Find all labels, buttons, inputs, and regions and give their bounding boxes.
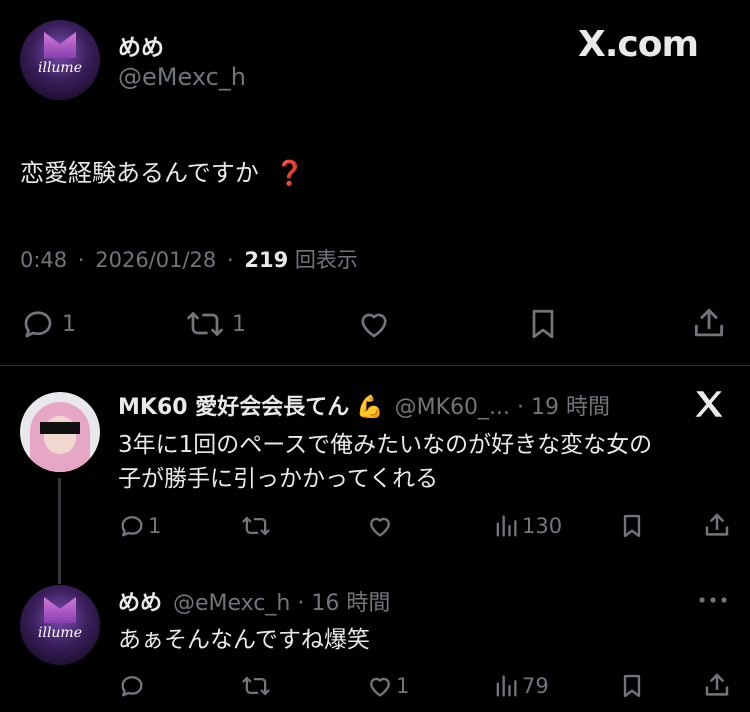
reply1-text: 3年に1回のペースで俺みたいなのが好きな変な女の 子が勝手に引っかかってくれる: [118, 428, 652, 496]
flexed-biceps-emoji: 💪: [356, 395, 384, 420]
main-share-button[interactable]: [690, 304, 728, 346]
meta-separator: ·: [517, 395, 525, 420]
reply2-text: あぁそんなんですね爆笑: [118, 627, 370, 653]
analytics-icon: [494, 672, 518, 700]
reply1-views-count: 130: [522, 514, 563, 538]
main-like-button[interactable]: [356, 306, 392, 346]
reply1-like-button[interactable]: [366, 512, 394, 544]
reply-icon: [118, 512, 146, 540]
avatar-emblem-icon: [44, 597, 76, 623]
bookmark-icon: [618, 672, 646, 700]
main-tweet-text: 恋愛経験あるんですか ❓: [20, 153, 304, 188]
heart-icon: [356, 306, 392, 342]
reply1-header: MK60 愛好会会長てん 💪 @MK60_... · 19 時間: [118, 389, 610, 421]
share-icon: [702, 510, 732, 540]
main-display-name[interactable]: めめ: [118, 28, 164, 62]
reply1-time[interactable]: 19 時間: [531, 395, 610, 420]
main-tweet-views-count: 219: [244, 248, 289, 272]
analytics-icon: [494, 512, 518, 540]
reply2-display-name[interactable]: めめ: [118, 591, 162, 616]
share-icon: [690, 304, 728, 342]
main-avatar[interactable]: illume: [20, 20, 100, 100]
reply2-reply-button[interactable]: [118, 672, 146, 704]
heart-icon: [366, 672, 394, 700]
reply2-time[interactable]: 16 時間: [311, 591, 390, 616]
reply-icon: [118, 672, 146, 700]
reply1-text-line: 3年に1回のペースで俺みたいなのが好きな変な女の: [118, 432, 653, 458]
meta-separator: ·: [77, 248, 85, 272]
retweet-icon: [184, 306, 226, 342]
reply2-bookmark-button[interactable]: [618, 672, 646, 704]
reply2-views-count: 79: [522, 674, 549, 698]
avatar-logo-text: illume: [37, 60, 82, 76]
retweet-icon: [240, 672, 272, 700]
thread-connector-line: [58, 478, 61, 584]
bookmark-icon: [525, 306, 561, 342]
reply1-display-name[interactable]: MK60 愛好会会長てん: [118, 395, 349, 420]
reply2-like-count: 1: [396, 674, 410, 698]
avatar-blindfold-shape: [40, 422, 80, 434]
reply1-views-button[interactable]: 130: [494, 512, 562, 540]
share-icon: [702, 670, 732, 700]
x-logo-icon: [692, 387, 726, 421]
x-brand-logo: X.com: [578, 24, 699, 65]
reply1-avatar[interactable]: [20, 392, 100, 472]
main-reply-button[interactable]: 1: [20, 306, 76, 342]
main-tweet-meta: 0:48 · 2026/01/28 · 219 回表示: [20, 244, 358, 274]
reply1-text-line: 子が勝手に引っかかってくれる: [118, 466, 439, 492]
reply2-views-button[interactable]: 79: [494, 672, 549, 700]
heart-icon: [366, 512, 394, 540]
meta-separator: ·: [226, 248, 234, 272]
more-options-icon[interactable]: [698, 596, 728, 604]
reply1-bookmark-button[interactable]: [618, 512, 646, 544]
reply2-handle[interactable]: @eMexc_h: [173, 591, 290, 616]
main-tweet-time[interactable]: 0:48: [20, 248, 67, 272]
reply1-retweet-button[interactable]: [240, 512, 272, 544]
reply2-share-button[interactable]: [702, 670, 732, 704]
divider: [0, 365, 750, 366]
main-tweet-views-label: 回表示: [294, 248, 358, 272]
main-retweet-count: 1: [232, 311, 246, 337]
retweet-icon: [240, 512, 272, 540]
reply2-retweet-button[interactable]: [240, 672, 272, 704]
reply2-avatar[interactable]: illume: [20, 585, 100, 665]
bookmark-icon: [618, 512, 646, 540]
question-mark-emoji: ❓: [274, 159, 305, 187]
main-bookmark-button[interactable]: [525, 306, 561, 346]
main-handle[interactable]: @eMexc_h: [118, 63, 246, 91]
avatar-emblem-icon: [44, 32, 76, 58]
main-reply-count: 1: [62, 311, 76, 337]
reply2-like-button[interactable]: 1: [366, 672, 409, 700]
main-retweet-button[interactable]: 1: [184, 306, 246, 342]
main-tweet-date[interactable]: 2026/01/28: [95, 248, 216, 272]
reply1-handle[interactable]: @MK60_...: [395, 395, 510, 420]
reply2-header: めめ @eMexc_h · 16 時間: [118, 585, 390, 617]
reply1-reply-button[interactable]: 1: [118, 512, 161, 540]
reply1-share-button[interactable]: [702, 510, 732, 544]
reply1-reply-count: 1: [148, 514, 162, 538]
meta-separator: ·: [297, 591, 305, 616]
reply-icon: [20, 306, 56, 342]
main-tweet-body: 恋愛経験あるんですか: [20, 159, 259, 187]
avatar-logo-text: illume: [37, 625, 82, 641]
